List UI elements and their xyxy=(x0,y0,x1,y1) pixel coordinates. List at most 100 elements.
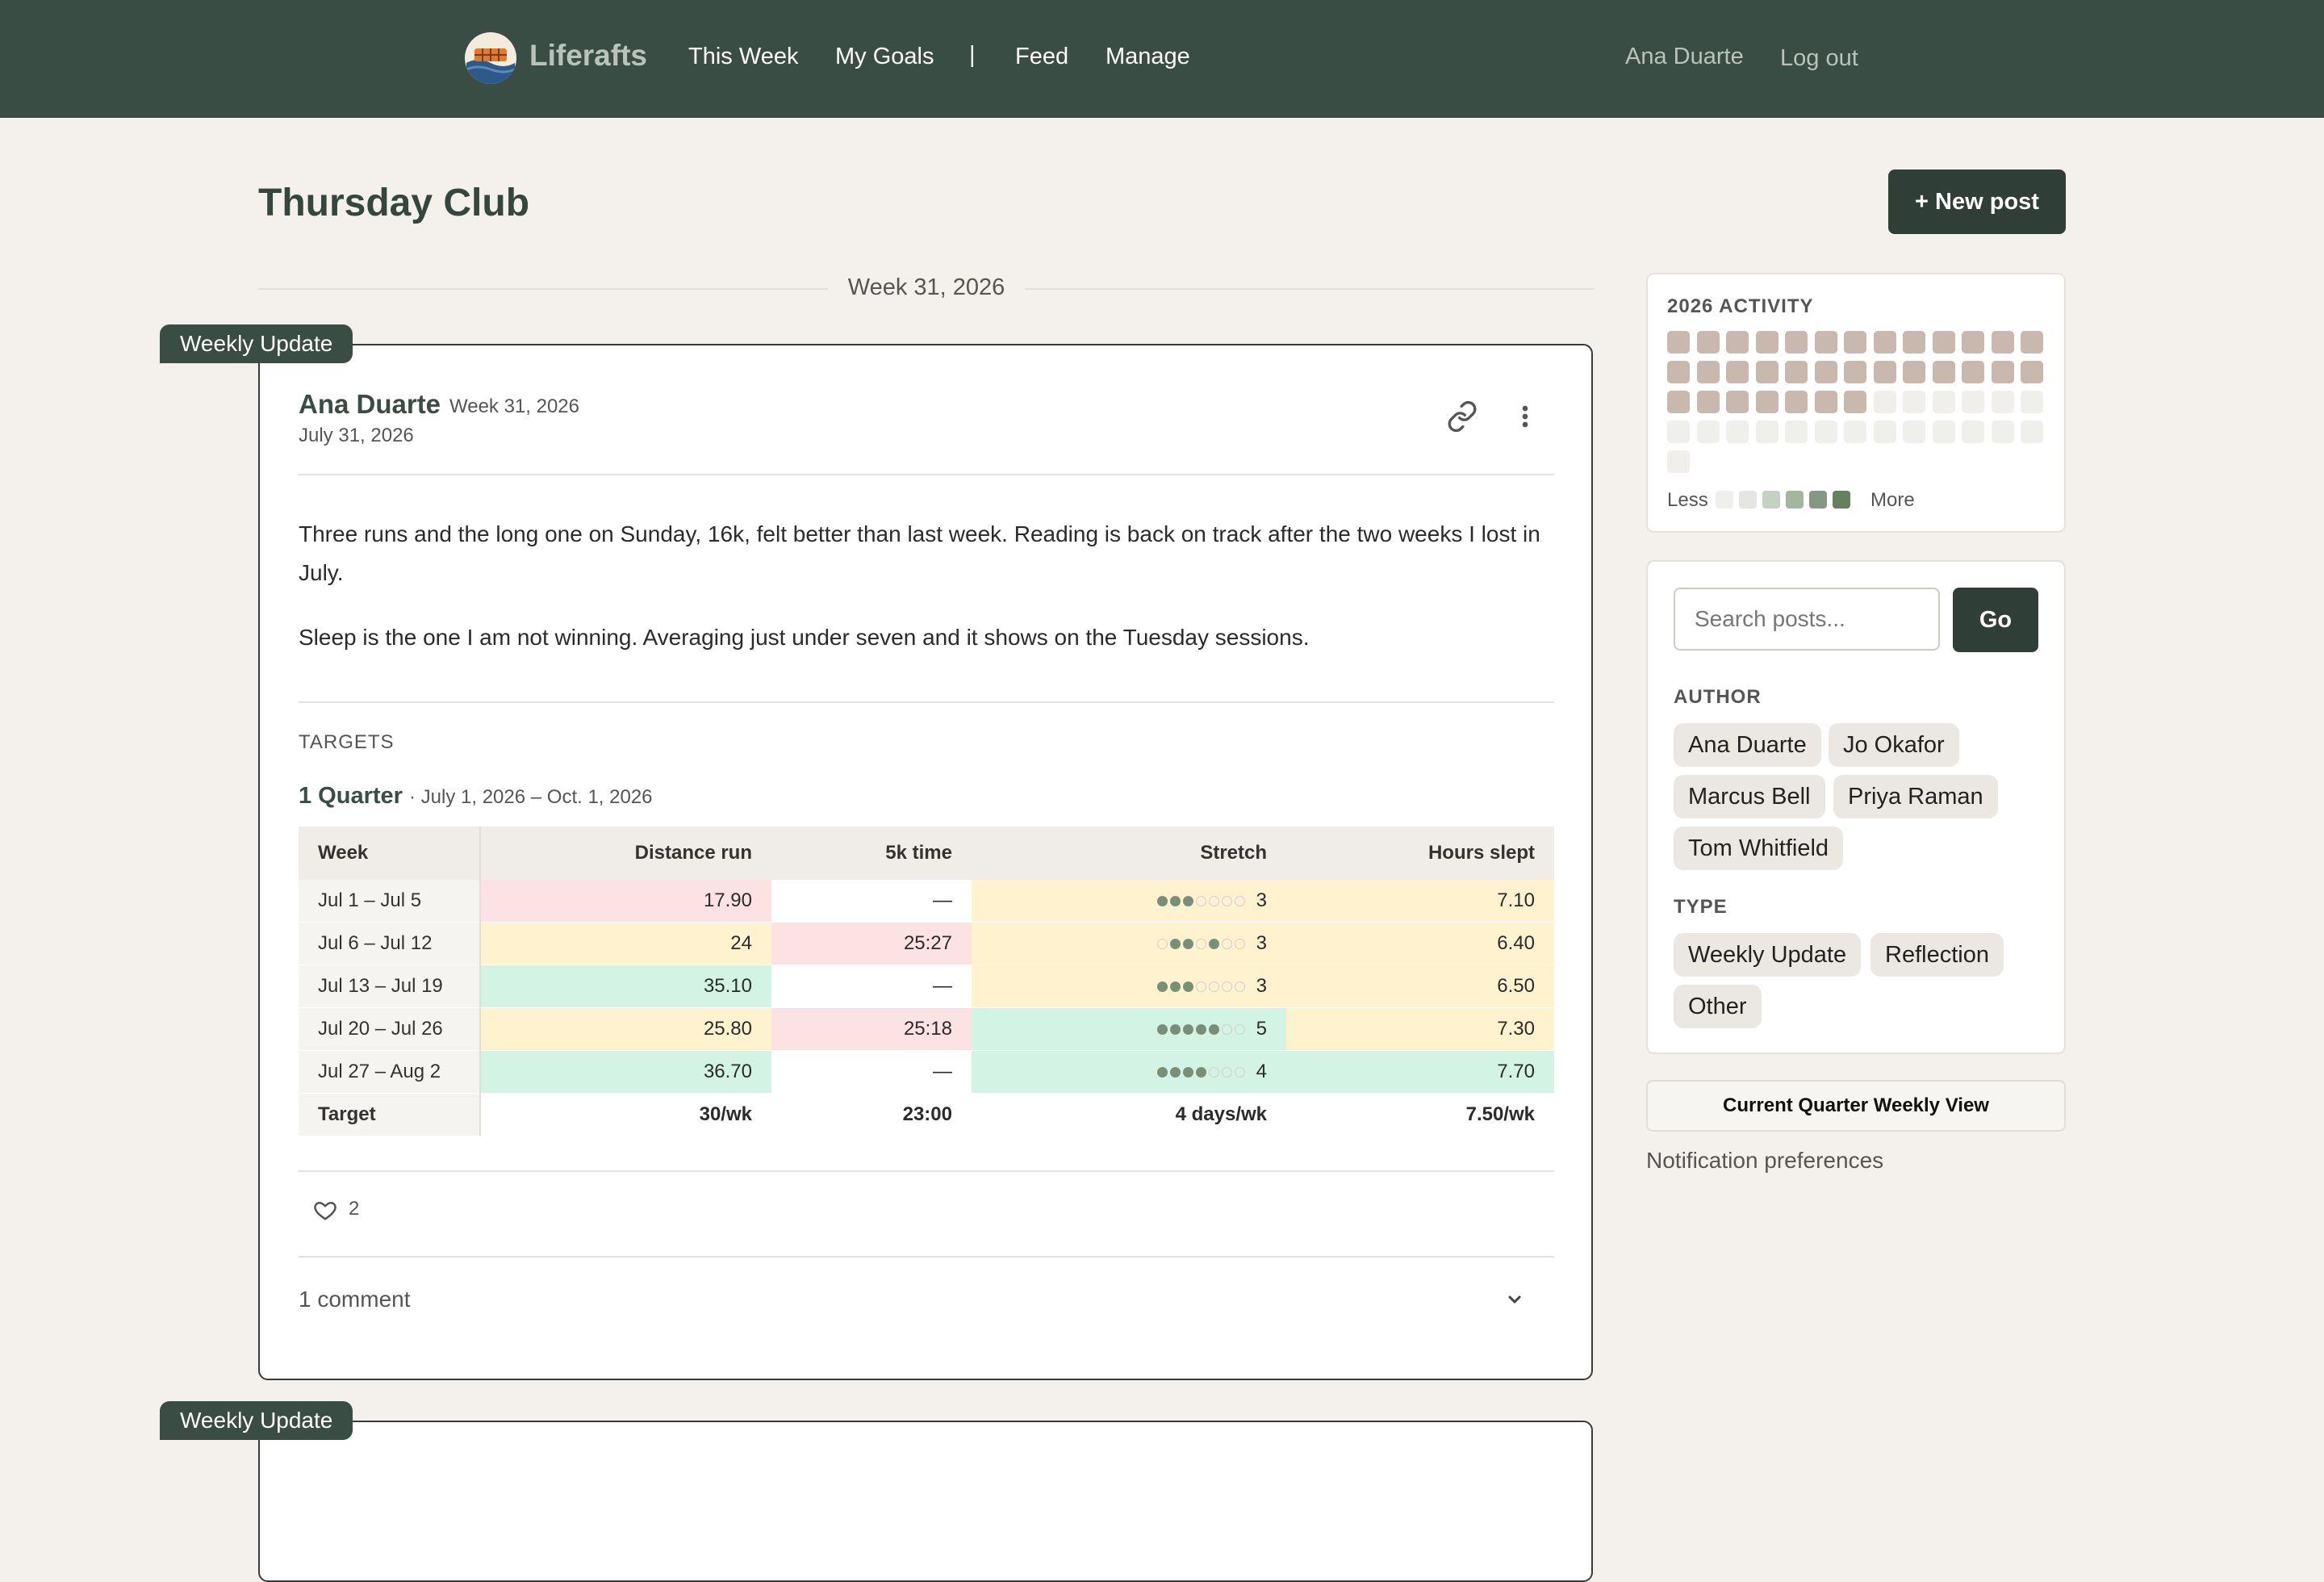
activity-day-cell[interactable] xyxy=(1667,331,1690,354)
activity-day-cell[interactable] xyxy=(1962,391,1984,413)
chevron-down-icon[interactable] xyxy=(1503,1290,1527,1309)
activity-day-cell[interactable] xyxy=(1962,361,1984,383)
activity-day-cell[interactable] xyxy=(1667,391,1690,413)
activity-day-cell[interactable] xyxy=(1755,421,1779,443)
brand-name[interactable]: Liferafts xyxy=(529,39,647,73)
activity-day-cell[interactable] xyxy=(1844,361,1866,383)
legend-swatch xyxy=(1739,491,1757,508)
activity-day-cell[interactable] xyxy=(1844,331,1866,354)
more-options-icon[interactable] xyxy=(1515,400,1535,433)
post-footer-divider xyxy=(299,1256,1554,1258)
activity-day-cell[interactable] xyxy=(2021,361,2043,383)
stretch-day-missed xyxy=(1195,981,1206,993)
week-cell: Jul 6 – Jul 12 xyxy=(299,922,481,965)
activity-day-cell[interactable] xyxy=(1873,421,1896,443)
current-quarter-view-button[interactable]: Current Quarter Weekly View xyxy=(1646,1080,2066,1132)
liferafts-logo-icon[interactable] xyxy=(465,32,516,84)
activity-day-cell[interactable] xyxy=(1814,391,1837,413)
activity-day-cell[interactable] xyxy=(1962,331,1984,354)
activity-day-cell[interactable] xyxy=(1696,331,1720,354)
five-k-cell: — xyxy=(771,1050,972,1094)
activity-day-cell[interactable] xyxy=(1962,421,1984,443)
activity-day-cell[interactable] xyxy=(1726,331,1749,354)
activity-day-cell[interactable] xyxy=(2021,391,2043,413)
activity-day-cell[interactable] xyxy=(1873,361,1896,383)
nav-my-goals[interactable]: My Goals xyxy=(835,44,934,70)
distance-cell: 35.10 xyxy=(480,965,771,1008)
activity-day-cell[interactable] xyxy=(1785,391,1808,413)
author-chip[interactable]: Ana Duarte xyxy=(1674,723,1821,767)
author-chip[interactable]: Priya Raman xyxy=(1833,775,1998,818)
target-row: Target 30/wk 23:00 4 days/wk 7.50/wk xyxy=(299,1093,1554,1136)
activity-day-cell[interactable] xyxy=(2021,331,2043,354)
stretch-day-dots xyxy=(1155,932,1245,955)
stretch-day-missed xyxy=(1208,981,1219,993)
activity-day-cell[interactable] xyxy=(1932,331,1955,354)
stretch-day-done xyxy=(1208,1024,1219,1036)
author-chip[interactable]: Tom Whitfield xyxy=(1674,827,1844,870)
type-chip[interactable]: Reflection xyxy=(1870,933,2004,977)
legend-swatch xyxy=(1762,491,1780,508)
logout-link[interactable]: Log out xyxy=(1780,45,1858,72)
activity-day-cell[interactable] xyxy=(1814,421,1837,443)
search-input[interactable] xyxy=(1674,588,1940,651)
activity-day-cell[interactable] xyxy=(1755,361,1779,383)
search-go-button[interactable]: Go xyxy=(1953,588,2038,652)
nav-manage[interactable]: Manage xyxy=(1106,44,1190,70)
activity-day-cell[interactable] xyxy=(1785,361,1808,383)
activity-day-cell[interactable] xyxy=(1726,391,1749,413)
target-sleep-cell: 7.50/wk xyxy=(1286,1093,1554,1136)
link-icon[interactable] xyxy=(1446,400,1478,433)
activity-day-cell[interactable] xyxy=(1932,361,1955,383)
activity-day-cell[interactable] xyxy=(1844,391,1866,413)
activity-day-cell[interactable] xyxy=(1814,361,1837,383)
activity-day-cell[interactable] xyxy=(1991,331,2014,354)
activity-day-cell[interactable] xyxy=(1785,421,1808,443)
post-author[interactable]: Ana Duarte xyxy=(299,389,441,420)
distance-cell: 17.90 xyxy=(480,880,771,923)
type-chip[interactable]: Other xyxy=(1674,985,1762,1028)
nav-this-week[interactable]: This Week xyxy=(688,44,798,70)
activity-day-cell[interactable] xyxy=(1991,361,2014,383)
activity-day-cell[interactable] xyxy=(1814,331,1837,354)
activity-day-cell[interactable] xyxy=(1696,361,1720,383)
new-post-button[interactable]: + New post xyxy=(1888,170,2066,234)
activity-day-cell[interactable] xyxy=(1755,331,1779,354)
activity-day-cell[interactable] xyxy=(1873,391,1896,413)
activity-day-cell[interactable] xyxy=(1873,331,1896,354)
activity-day-cell[interactable] xyxy=(2021,421,2043,443)
activity-day-cell[interactable] xyxy=(1903,361,1925,383)
activity-day-cell[interactable] xyxy=(1785,331,1808,354)
activity-day-cell[interactable] xyxy=(1696,391,1720,413)
activity-day-cell[interactable] xyxy=(1903,391,1925,413)
activity-day-cell[interactable] xyxy=(1726,361,1749,383)
stretch-day-done xyxy=(1169,981,1181,993)
activity-day-cell[interactable] xyxy=(1991,421,2014,443)
author-chip[interactable]: Jo Okafor xyxy=(1829,723,1959,767)
activity-day-cell[interactable] xyxy=(1932,391,1955,413)
activity-day-cell[interactable] xyxy=(1667,450,1690,473)
activity-day-cell[interactable] xyxy=(1726,421,1749,443)
activity-day-cell[interactable] xyxy=(1903,421,1925,443)
stretch-cell: 3 xyxy=(972,922,1286,965)
activity-day-cell[interactable] xyxy=(1991,391,2014,413)
activity-day-cell[interactable] xyxy=(1903,331,1925,354)
heart-icon[interactable] xyxy=(313,1198,337,1222)
activity-day-cell[interactable] xyxy=(1696,421,1720,443)
stretch-cell: 5 xyxy=(972,1007,1286,1051)
stretch-day-dots xyxy=(1155,1061,1245,1083)
post-card xyxy=(258,1421,1593,1582)
type-chip[interactable]: Weekly Update xyxy=(1674,933,1862,977)
author-chip[interactable]: Marcus Bell xyxy=(1674,775,1825,818)
current-user-link[interactable]: Ana Duarte xyxy=(1625,44,1744,70)
activity-day-cell[interactable] xyxy=(1667,421,1690,443)
activity-day-cell[interactable] xyxy=(1844,421,1866,443)
comments-toggle[interactable]: 1 comment xyxy=(299,1287,411,1312)
activity-day-cell[interactable] xyxy=(1932,421,1955,443)
activity-day-cell[interactable] xyxy=(1667,361,1690,383)
nav-feed[interactable]: Feed xyxy=(1015,44,1068,70)
stretch-day-missed xyxy=(1234,1067,1245,1078)
notification-preferences-link[interactable]: Notification preferences xyxy=(1646,1148,1883,1174)
activity-day-cell[interactable] xyxy=(1755,391,1779,413)
post-type-tag: Weekly Update xyxy=(160,324,353,363)
